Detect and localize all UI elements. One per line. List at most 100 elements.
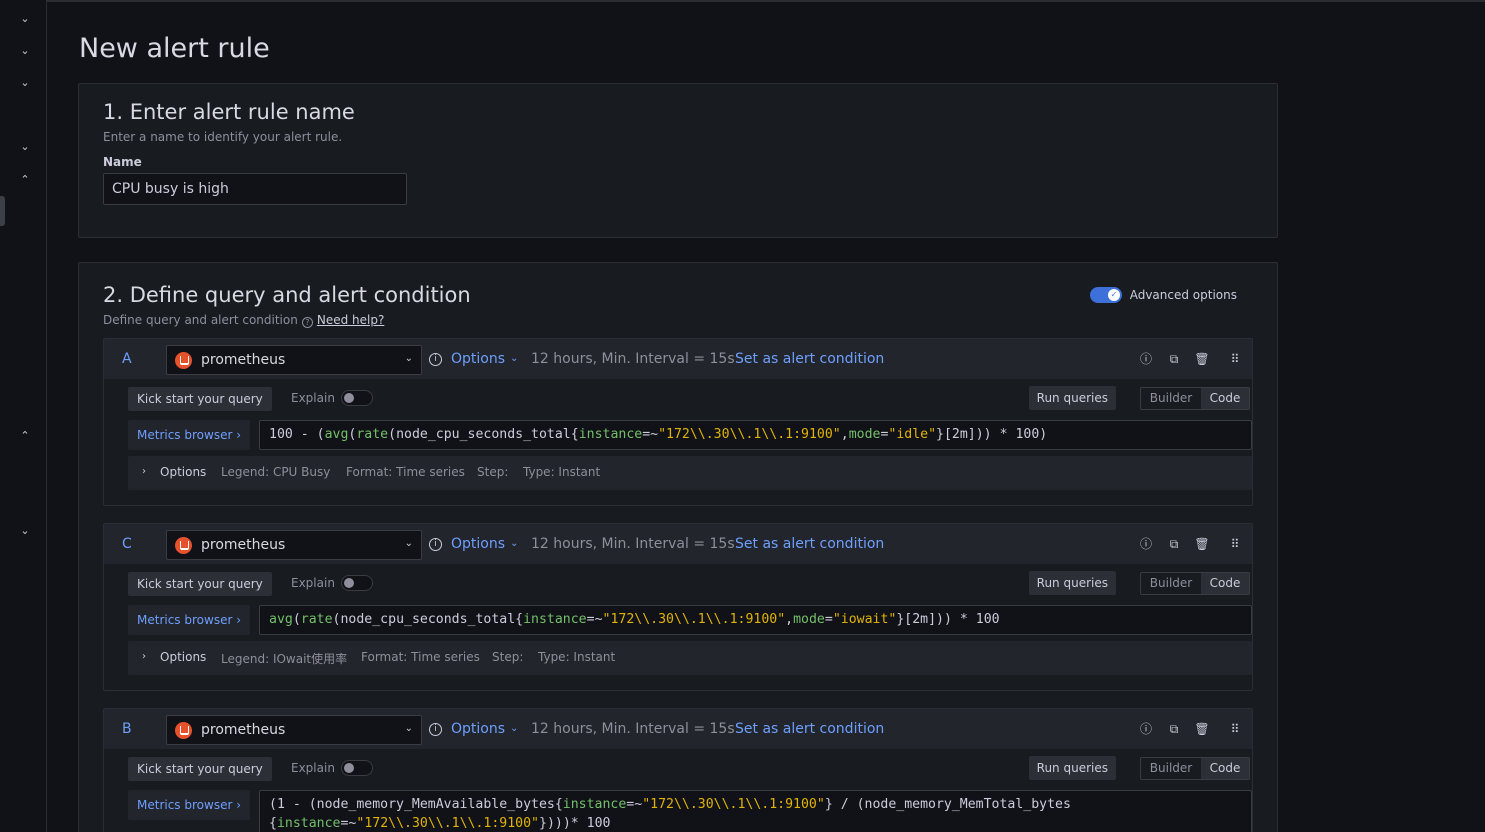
format-meta: Format: Time series (346, 465, 465, 479)
query-editor[interactable]: (1 - (node_memory_MemAvailable_bytes{ins… (259, 790, 1252, 832)
chevron-down-icon[interactable]: ⌄ (19, 45, 31, 57)
query-interval: 12 hours, Min. Interval = 15s (531, 351, 735, 367)
code-token: =~ (642, 427, 659, 442)
query-card-b: B prometheus ⌄ i Options ⌄ 12 hours, Min… (103, 708, 1253, 832)
prometheus-logo-icon (175, 352, 192, 369)
rule-name-section: 1. Enter alert rule name Enter a name to… (78, 83, 1278, 238)
query-options-row[interactable]: › Options Legend: CPU Busy Format: Time … (128, 456, 1252, 490)
code-token: instance (562, 797, 627, 812)
datasource-select[interactable]: prometheus ⌄ (166, 345, 422, 375)
query-letter[interactable]: C (122, 536, 132, 552)
code-token: , (840, 427, 849, 442)
metrics-browser-button[interactable]: Metrics browser › (128, 790, 250, 820)
code-token: (node_cpu_seconds_total{ (332, 612, 524, 627)
trash-icon[interactable]: 🗑 (1194, 536, 1210, 552)
advanced-options-toggle[interactable]: ✓ (1090, 287, 1122, 303)
help-icon[interactable]: ⓘ (1138, 536, 1154, 552)
toggle-knob (344, 763, 354, 773)
set-alert-condition-button[interactable]: Set as alert condition (735, 721, 884, 737)
format-meta: Format: Time series (361, 650, 480, 664)
query-options-button[interactable]: Options (451, 721, 505, 737)
run-queries-button[interactable]: Run queries (1028, 571, 1116, 595)
help-icon[interactable]: ⓘ (1138, 721, 1154, 737)
code-token: instance (578, 427, 643, 442)
rule-name-input[interactable] (103, 173, 407, 205)
chevron-up-icon[interactable]: ⌃ (19, 174, 31, 186)
code-mode-button[interactable]: Code (1201, 758, 1249, 779)
query-header: C prometheus ⌄ i Options ⌄ 12 hours, Min… (104, 524, 1252, 564)
type-meta: Type: Instant (538, 650, 616, 664)
chevron-down-icon: ⌄ (510, 353, 519, 364)
chevron-down-icon[interactable]: ⌄ (19, 13, 31, 25)
legend-meta: Legend: IOwait使用率 (221, 652, 348, 666)
run-queries-button[interactable]: Run queries (1028, 756, 1116, 780)
code-token: }[2m])) * 100 (896, 612, 1000, 627)
code-token: mode (848, 427, 881, 442)
help-icon[interactable]: ⓘ (1138, 351, 1154, 367)
name-label: Name (103, 155, 142, 169)
datasource-name: prometheus (201, 537, 286, 553)
query-options-button[interactable]: Options (451, 536, 505, 552)
advanced-options-label: Advanced options (1129, 288, 1237, 302)
toggle-knob (344, 393, 354, 403)
duplicate-icon[interactable]: ⧉ (1166, 536, 1182, 552)
kick-start-button[interactable]: Kick start your query (128, 757, 272, 781)
datasource-select[interactable]: prometheus ⌄ (166, 530, 422, 560)
chevron-down-icon[interactable]: ⌄ (19, 141, 31, 153)
step-meta: Step: (492, 650, 524, 664)
chevron-down-icon[interactable]: ⌄ (19, 525, 31, 537)
duplicate-icon[interactable]: ⧉ (1166, 721, 1182, 737)
builder-mode-button[interactable]: Builder (1141, 758, 1201, 779)
query-editor[interactable]: 100 - (avg(rate(node_cpu_seconds_total{i… (259, 420, 1252, 450)
need-help-link[interactable]: Need help? (317, 313, 384, 327)
code-token: rate (300, 612, 333, 627)
set-alert-condition-button[interactable]: Set as alert condition (735, 351, 884, 367)
builder-mode-button[interactable]: Builder (1141, 388, 1201, 409)
query-interval: 12 hours, Min. Interval = 15s (531, 536, 735, 552)
code-token: "iowait" (832, 612, 897, 627)
kick-start-button[interactable]: Kick start your query (128, 387, 272, 411)
code-mode-button[interactable]: Code (1201, 573, 1249, 594)
code-token: "172\\.30\\.1\\.1:9100" (356, 816, 539, 831)
explain-toggle[interactable] (341, 760, 373, 776)
top-border (47, 0, 1485, 2)
chevron-right-icon: › (142, 466, 146, 477)
editor-mode-switch: Builder Code (1140, 757, 1250, 780)
datasource-select[interactable]: prometheus ⌄ (166, 715, 422, 745)
query-options-button[interactable]: Options (451, 351, 505, 367)
code-mode-button[interactable]: Code (1201, 388, 1249, 409)
code-token: =~ (340, 816, 357, 831)
chevron-down-icon[interactable]: ⌄ (19, 77, 31, 89)
chevron-down-icon: ⌄ (404, 723, 413, 734)
code-token: "172\\.30\\.1\\.1:9100" (602, 612, 786, 627)
duplicate-icon[interactable]: ⧉ (1166, 351, 1182, 367)
kick-start-button[interactable]: Kick start your query (128, 572, 272, 596)
chevron-up-icon[interactable]: ⌃ (19, 430, 31, 442)
metrics-browser-button[interactable]: Metrics browser › (128, 420, 250, 450)
chevron-down-icon: ⌄ (404, 353, 413, 364)
set-alert-condition-button[interactable]: Set as alert condition (735, 536, 884, 552)
code-token: "172\\.30\\.1\\.1:9100" (642, 797, 825, 812)
legend-meta: Legend: CPU Busy (221, 465, 331, 479)
query-letter[interactable]: B (122, 721, 132, 737)
question-icon: ? (301, 317, 313, 328)
builder-mode-button[interactable]: Builder (1141, 573, 1201, 594)
drag-handle-icon[interactable]: ⠿ (1227, 351, 1243, 367)
options-title: Options (160, 650, 207, 664)
explain-toggle[interactable] (341, 575, 373, 591)
prometheus-logo-icon (175, 722, 192, 739)
drag-handle-icon[interactable]: ⠿ (1227, 536, 1243, 552)
query-letter[interactable]: A (122, 351, 132, 367)
metrics-browser-button[interactable]: Metrics browser › (128, 605, 250, 635)
explain-toggle[interactable] (341, 390, 373, 406)
run-queries-button[interactable]: Run queries (1028, 386, 1116, 410)
query-editor[interactable]: avg(rate(node_cpu_seconds_total{instance… (259, 605, 1252, 635)
info-icon: i (429, 723, 442, 736)
trash-icon[interactable]: 🗑 (1194, 721, 1210, 737)
trash-icon[interactable]: 🗑 (1194, 351, 1210, 367)
query-header: A prometheus ⌄ i Options ⌄ 12 hours, Min… (104, 339, 1252, 379)
code-token: = (824, 612, 833, 627)
query-interval: 12 hours, Min. Interval = 15s (531, 721, 735, 737)
query-options-row[interactable]: › Options Legend: IOwait使用率 Format: Time… (128, 641, 1252, 675)
drag-handle-icon[interactable]: ⠿ (1227, 721, 1243, 737)
